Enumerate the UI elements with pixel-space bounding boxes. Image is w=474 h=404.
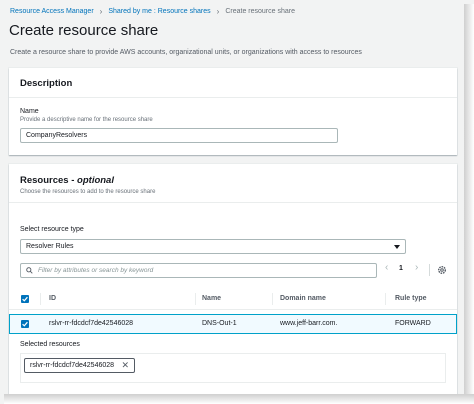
gear-icon[interactable] bbox=[437, 265, 447, 275]
filter-placeholder: Filter by attributes or search by keywor… bbox=[38, 267, 154, 274]
page-title: Create resource share bbox=[9, 22, 159, 39]
close-icon[interactable]: ✕ bbox=[122, 360, 130, 371]
column-header-id[interactable]: ID bbox=[49, 295, 56, 302]
chevron-right-icon[interactable]: › bbox=[415, 262, 418, 273]
page-number[interactable]: 1 bbox=[399, 265, 403, 272]
row-checkbox[interactable] bbox=[21, 320, 29, 328]
resource-type-label: Select resource type bbox=[20, 226, 84, 233]
cell-domain: www.jeff-barr.com. bbox=[280, 320, 338, 327]
divider bbox=[9, 309, 457, 310]
token-label: rslvr-rr-fdcdcf7de42546028 bbox=[30, 362, 115, 369]
page: Resource Access Manager › Shared by me :… bbox=[0, 0, 464, 394]
page-shadow bbox=[4, 394, 474, 404]
filter-input[interactable]: Filter by attributes or search by keywor… bbox=[20, 263, 377, 278]
resources-panel: Resources - optional Choose the resource… bbox=[9, 164, 457, 394]
divider bbox=[429, 264, 430, 276]
name-field-label: Name bbox=[20, 108, 39, 115]
checkbox-checked-icon bbox=[22, 321, 28, 327]
chevron-left-icon[interactable]: ‹ bbox=[385, 262, 388, 273]
caret-down-icon bbox=[394, 245, 400, 249]
column-header-rule-type[interactable]: Rule type bbox=[395, 295, 427, 302]
column-header-name[interactable]: Name bbox=[202, 295, 221, 302]
cell-rule-type: FORWARD bbox=[395, 320, 431, 327]
resources-panel-title: Resources - optional bbox=[20, 175, 114, 186]
resources-title-optional: optional bbox=[77, 175, 114, 186]
selected-resources-label: Selected resources bbox=[20, 341, 80, 348]
page-subtitle: Create a resource share to provide AWS a… bbox=[10, 49, 362, 56]
column-separator bbox=[272, 293, 273, 305]
description-panel-header: Description bbox=[9, 68, 457, 98]
divider bbox=[9, 202, 457, 203]
column-separator bbox=[195, 293, 196, 305]
page-shadow bbox=[464, 4, 474, 394]
resource-type-value: Resolver Rules bbox=[26, 243, 74, 250]
column-separator bbox=[385, 293, 386, 305]
search-icon bbox=[26, 267, 33, 274]
breadcrumb-separator-icon: › bbox=[99, 7, 103, 16]
description-panel-title: Description bbox=[20, 78, 73, 89]
cell-id: rslvr-rr-fdcdcf7de42546028 bbox=[49, 320, 134, 327]
description-panel: Description Name Provide a descriptive n… bbox=[9, 68, 457, 155]
selected-resource-token: rslvr-rr-fdcdcf7de42546028 ✕ bbox=[24, 358, 136, 373]
breadcrumb-separator-icon: › bbox=[216, 7, 220, 16]
column-separator bbox=[40, 293, 41, 305]
breadcrumb-link-ram[interactable]: Resource Access Manager bbox=[10, 8, 94, 15]
checkbox-checked-icon bbox=[22, 296, 28, 302]
resources-title-text: Resources bbox=[20, 175, 69, 186]
column-header-domain[interactable]: Domain name bbox=[280, 295, 326, 302]
resources-panel-description: Choose the resources to add to the resou… bbox=[20, 189, 156, 195]
name-input-value: CompanyResolvers bbox=[26, 132, 88, 139]
name-input[interactable]: CompanyResolvers bbox=[20, 128, 338, 143]
breadcrumb-current: Create resource share bbox=[225, 8, 295, 15]
select-all-checkbox[interactable] bbox=[21, 295, 29, 303]
resource-type-select[interactable]: Resolver Rules bbox=[20, 239, 406, 254]
breadcrumb-link-resource-shares[interactable]: Shared by me : Resource shares bbox=[108, 8, 210, 15]
name-field-hint: Provide a descriptive name for the resou… bbox=[20, 117, 153, 123]
breadcrumb: Resource Access Manager › Shared by me :… bbox=[10, 7, 295, 16]
cell-name: DNS-Out-1 bbox=[202, 320, 237, 327]
